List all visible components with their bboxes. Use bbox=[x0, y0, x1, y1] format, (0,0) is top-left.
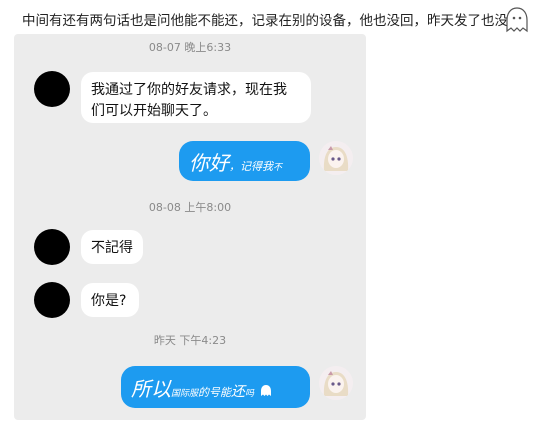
message-text: ，记得 bbox=[229, 160, 262, 173]
chat-window: 08-07 晚上6:33 我通过了你的好友请求，现在我 们可以开始聊天了。 你好… bbox=[14, 34, 366, 420]
anime-avatar-icon bbox=[319, 366, 353, 400]
message-line: 们可以开始聊天了。 bbox=[91, 103, 217, 119]
post-caption: 中间有还有两句话也是问他能不能还，记录在别的设备，他也没回，昨天发了也没回 bbox=[22, 13, 522, 29]
incoming-message: 你是? bbox=[81, 283, 139, 317]
message-text: 以 bbox=[151, 377, 171, 401]
contact-avatar[interactable] bbox=[34, 229, 70, 265]
timestamp: 08-07 晚上6:33 bbox=[148, 41, 232, 54]
ghost-icon bbox=[506, 7, 528, 33]
message-text: 国际服 bbox=[171, 389, 199, 399]
user-avatar[interactable] bbox=[319, 141, 353, 175]
incoming-message: 我通过了你的好友请求，现在我 们可以开始聊天了。 bbox=[81, 72, 311, 123]
user-avatar[interactable] bbox=[319, 366, 353, 400]
message-text: 不記得 bbox=[91, 240, 133, 256]
message-line: 我通过了你的好友请求，现在我 bbox=[91, 82, 287, 98]
timestamp: 昨天 下午4:23 bbox=[153, 334, 227, 347]
message-text: 所 bbox=[131, 377, 151, 401]
message-text: 还 bbox=[231, 384, 246, 400]
timestamp: 08-08 上午8:00 bbox=[148, 201, 232, 214]
outgoing-message: 所以国际服的号能还吗 bbox=[121, 366, 310, 408]
message-text: 你是? bbox=[91, 293, 127, 309]
outgoing-message: 你好，记得我不 bbox=[179, 141, 310, 181]
message-text: 我 bbox=[262, 160, 273, 173]
message-text: 你好 bbox=[189, 151, 229, 175]
ghost-emoji-icon bbox=[261, 385, 272, 396]
message-text: 的号能 bbox=[198, 386, 232, 399]
contact-avatar[interactable] bbox=[34, 71, 70, 107]
contact-avatar[interactable] bbox=[34, 282, 70, 318]
message-text: 吗 bbox=[245, 389, 255, 399]
anime-avatar-icon bbox=[319, 141, 353, 175]
message-text: 不 bbox=[273, 163, 283, 173]
incoming-message: 不記得 bbox=[81, 230, 143, 264]
